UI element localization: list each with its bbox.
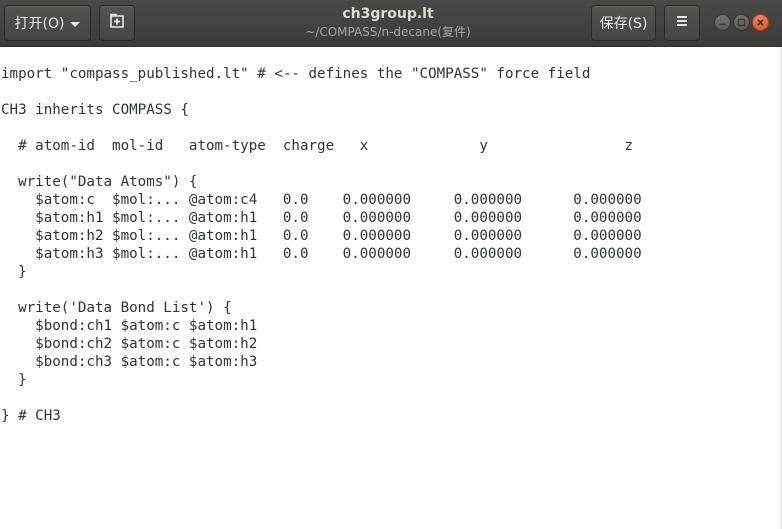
code-line[interactable]: $atom:h2 $mol:... @atom:h1 0.0 0.000000 … — [1, 227, 641, 245]
code-line[interactable]: $bond:ch1 $atom:c $atom:h1 — [1, 317, 257, 335]
code-line[interactable]: write("Data Atoms") { — [1, 173, 197, 191]
new-document-icon — [109, 13, 125, 33]
code-line[interactable]: $bond:ch3 $atom:c $atom:h3 — [1, 353, 257, 371]
open-button[interactable]: 打开(O) — [4, 5, 91, 41]
header-bar: 打开(O) ch3group.lt ~/COMPASS/n-decane(复件)… — [0, 0, 782, 47]
code-line[interactable]: } # CH3 — [1, 407, 61, 425]
code-line[interactable]: } — [1, 263, 27, 281]
code-line[interactable]: CH3 inherits COMPASS { — [1, 101, 189, 119]
code-line[interactable]: $bond:ch2 $atom:c $atom:h2 — [1, 335, 257, 353]
open-button-label: 打开(O) — [14, 16, 65, 32]
close-icon — [756, 18, 765, 27]
chevron-down-icon — [70, 21, 81, 27]
hamburger-menu-icon — [675, 15, 689, 31]
code-editor[interactable]: import "compass_published.lt" # <-- defi… — [0, 47, 782, 529]
code-line[interactable]: write('Data Bond List') { — [1, 299, 232, 317]
code-line[interactable]: $atom:c $mol:... @atom:c4 0.0 0.000000 0… — [1, 191, 641, 209]
window-title-area: ch3group.lt ~/COMPASS/n-decane(复件) — [200, 5, 576, 40]
maximize-button[interactable] — [733, 14, 750, 31]
code-line[interactable]: # atom-id mol-id atom-type charge x y z — [1, 137, 633, 155]
code-line[interactable]: $atom:h1 $mol:... @atom:h1 0.0 0.000000 … — [1, 209, 641, 227]
save-button[interactable]: 保存(S) — [591, 5, 656, 41]
window-title: ch3group.lt — [342, 6, 434, 22]
minimize-button[interactable] — [714, 14, 731, 31]
new-document-button[interactable] — [99, 5, 135, 41]
menu-button[interactable] — [664, 5, 700, 41]
save-button-label: 保存(S) — [599, 16, 648, 32]
text-editor-window: 打开(O) ch3group.lt ~/COMPASS/n-decane(复件)… — [0, 0, 782, 529]
code-line[interactable]: } — [1, 371, 27, 389]
code-line[interactable]: $atom:h3 $mol:... @atom:h1 0.0 0.000000 … — [1, 245, 641, 263]
window-subtitle: ~/COMPASS/n-decane(复件) — [305, 25, 471, 39]
close-button[interactable] — [752, 14, 769, 31]
code-line[interactable]: import "compass_published.lt" # <-- defi… — [1, 65, 590, 83]
minimize-icon — [718, 18, 727, 27]
maximize-icon — [737, 18, 746, 27]
